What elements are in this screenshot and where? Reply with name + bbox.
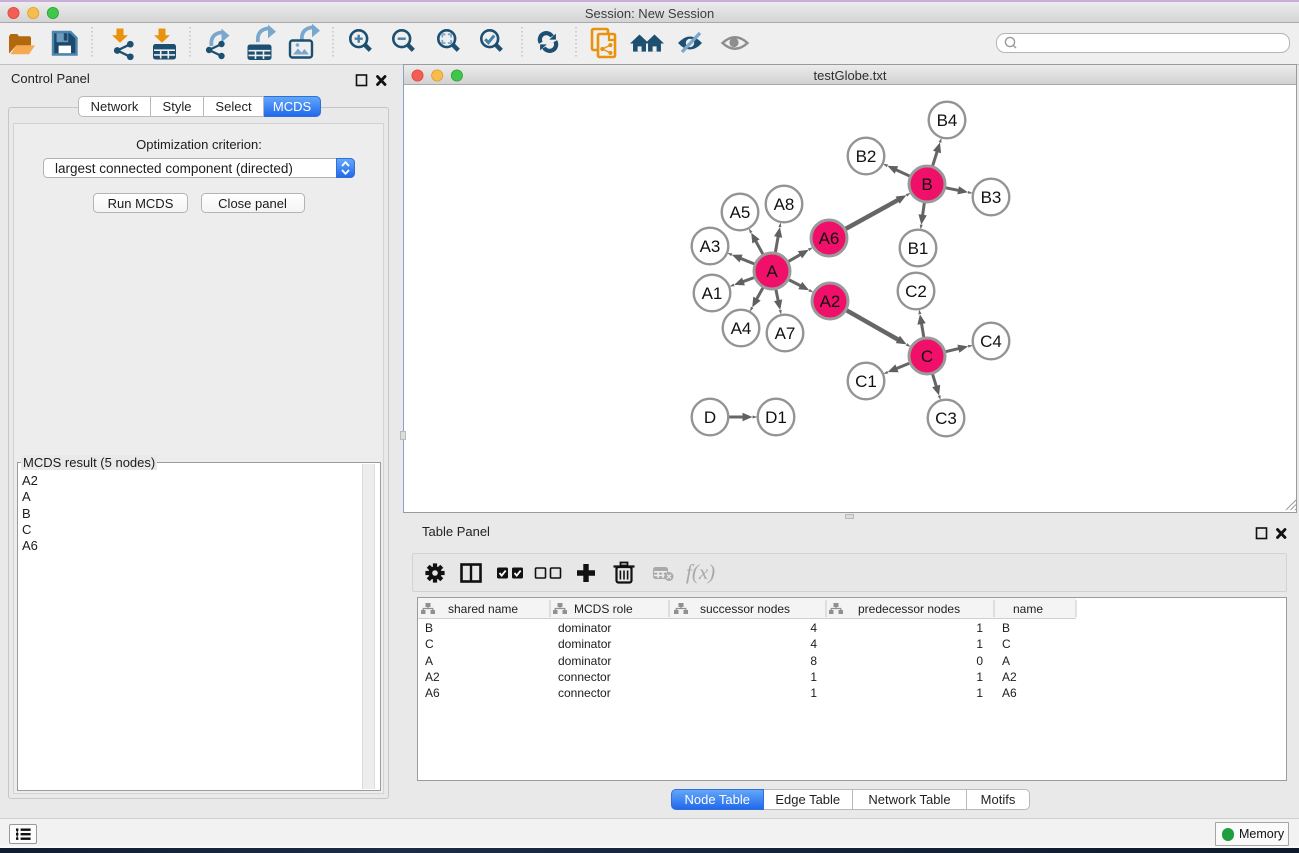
svg-text:B3: B3: [981, 188, 1002, 207]
svg-text:C3: C3: [935, 409, 957, 428]
svg-text:B1: B1: [908, 239, 929, 258]
svg-text:A8: A8: [774, 195, 795, 214]
svg-text:B: B: [921, 175, 932, 194]
svg-text:A6: A6: [819, 229, 840, 248]
svg-text:B2: B2: [856, 147, 877, 166]
svg-text:C: C: [921, 347, 933, 366]
svg-text:C4: C4: [980, 332, 1002, 351]
svg-text:D: D: [704, 408, 716, 427]
svg-text:A1: A1: [702, 284, 723, 303]
svg-text:A: A: [766, 262, 778, 281]
svg-text:C2: C2: [905, 282, 927, 301]
svg-text:B4: B4: [937, 111, 958, 130]
svg-text:D1: D1: [765, 408, 787, 427]
svg-text:A2: A2: [820, 292, 841, 311]
svg-text:A3: A3: [700, 237, 721, 256]
svg-text:C1: C1: [855, 372, 877, 391]
svg-text:A5: A5: [730, 203, 751, 222]
svg-text:A4: A4: [731, 319, 752, 338]
svg-text:A7: A7: [775, 324, 796, 343]
